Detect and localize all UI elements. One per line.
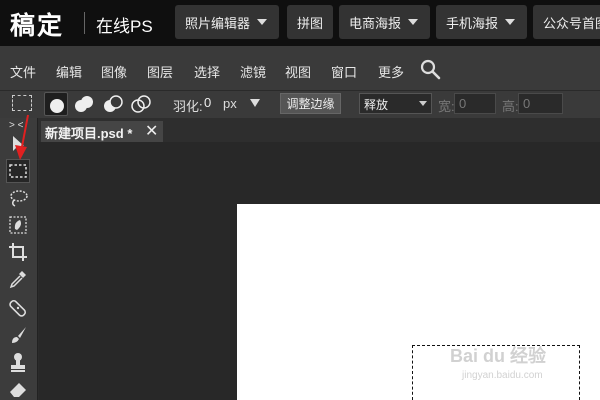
refine-edge-button[interactable]: 调整边缘 bbox=[280, 93, 341, 114]
menu-more[interactable]: 更多 bbox=[378, 62, 404, 81]
style-select-value: 释放 bbox=[364, 98, 389, 112]
healing-brush-tool[interactable] bbox=[7, 297, 29, 319]
rect-marquee-icon bbox=[9, 164, 27, 178]
style-select[interactable]: 释放 bbox=[359, 93, 432, 114]
menu-image[interactable]: 图像 bbox=[101, 62, 127, 81]
selection-mode-group bbox=[44, 92, 154, 116]
feather-label: 羽化: bbox=[173, 99, 203, 114]
red-annotation-arrow bbox=[15, 114, 29, 160]
stamp-icon bbox=[11, 353, 25, 372]
width-input[interactable]: 0 bbox=[454, 93, 496, 114]
watermark-url: jingyan.baidu.com bbox=[461, 370, 543, 381]
mode-add-selection-button[interactable] bbox=[72, 92, 96, 116]
nav-collage-button[interactable]: 拼图 bbox=[287, 5, 333, 39]
new-selection-icon bbox=[50, 99, 64, 113]
brush-icon bbox=[12, 327, 26, 343]
brush-tool[interactable] bbox=[7, 324, 29, 346]
quick-select-icon bbox=[9, 216, 27, 234]
chevron-down-icon bbox=[257, 19, 268, 25]
menu-view[interactable]: 视图 bbox=[285, 62, 311, 81]
quick-select-tool[interactable] bbox=[7, 214, 29, 236]
menu-window[interactable]: 窗口 bbox=[331, 62, 357, 81]
eyedropper-tool[interactable] bbox=[7, 268, 29, 290]
menu-edit[interactable]: 编辑 bbox=[56, 62, 82, 81]
chevron-down-icon bbox=[505, 19, 516, 25]
width-label: 宽: bbox=[438, 99, 455, 114]
search-icon[interactable] bbox=[419, 58, 441, 80]
eraser-icon bbox=[10, 383, 26, 397]
height-input[interactable]: 0 bbox=[518, 93, 563, 114]
height-label: 高: bbox=[502, 99, 519, 114]
chevron-down-icon bbox=[419, 101, 427, 106]
close-icon[interactable]: ✕ bbox=[145, 121, 159, 140]
nav-mobile-poster-label: 手机海报 bbox=[446, 15, 499, 31]
watermark-brand: Bai du 经验 bbox=[450, 345, 547, 366]
rect-marquee-tool[interactable] bbox=[6, 159, 30, 183]
mode-subtract-selection-button[interactable] bbox=[101, 92, 125, 116]
nav-ecommerce-poster-label: 电商海报 bbox=[349, 15, 402, 31]
feather-unit-dropdown-icon[interactable] bbox=[250, 99, 260, 107]
lasso-icon bbox=[10, 190, 28, 207]
nav-wechat-cover-label: 公众号首图 bbox=[543, 15, 600, 31]
menu-select[interactable]: 选择 bbox=[194, 62, 220, 81]
baidu-jingyan-watermark: Bai du 经验 jingyan.baidu.com bbox=[450, 345, 547, 381]
crop-tool[interactable] bbox=[7, 241, 29, 263]
nav-wechat-cover-button[interactable]: 公众号首图 bbox=[533, 5, 600, 39]
intersect-selection-icon bbox=[131, 95, 151, 113]
bandage-icon bbox=[9, 299, 27, 317]
menu-file[interactable]: 文件 bbox=[10, 62, 36, 81]
mode-intersect-selection-button[interactable] bbox=[129, 92, 153, 116]
nav-mobile-poster-button[interactable]: 手机海报 bbox=[436, 5, 527, 39]
brand-divider bbox=[84, 12, 85, 34]
eyedropper-icon bbox=[9, 271, 26, 289]
subtract-selection-icon bbox=[104, 95, 123, 112]
document-tab-title: 新建项目.psd * bbox=[45, 126, 133, 141]
brand-logo[interactable]: 稿定 bbox=[10, 6, 64, 42]
menu-layer[interactable]: 图层 bbox=[147, 62, 173, 81]
clone-stamp-tool[interactable] bbox=[7, 351, 29, 373]
nav-collage-label: 拼图 bbox=[297, 15, 324, 31]
lasso-tool[interactable] bbox=[7, 187, 29, 209]
nav-ecommerce-poster-button[interactable]: 电商海报 bbox=[339, 5, 430, 39]
nav-photo-editor-label: 照片编辑器 bbox=[185, 15, 251, 31]
mode-new-selection-button[interactable] bbox=[44, 92, 68, 116]
feather-input[interactable]: 0 bbox=[204, 93, 220, 114]
rect-marquee-icon[interactable] bbox=[12, 95, 32, 111]
menu-filter[interactable]: 滤镜 bbox=[240, 62, 266, 81]
crop-icon bbox=[9, 243, 27, 261]
feather-unit: px bbox=[223, 96, 237, 111]
add-selection-icon bbox=[75, 96, 93, 112]
nav-photo-editor-button[interactable]: 照片编辑器 bbox=[175, 5, 279, 39]
chevron-down-icon bbox=[408, 19, 419, 25]
eraser-tool[interactable] bbox=[7, 378, 29, 400]
brand-subtitle: 在线PS bbox=[96, 17, 153, 36]
